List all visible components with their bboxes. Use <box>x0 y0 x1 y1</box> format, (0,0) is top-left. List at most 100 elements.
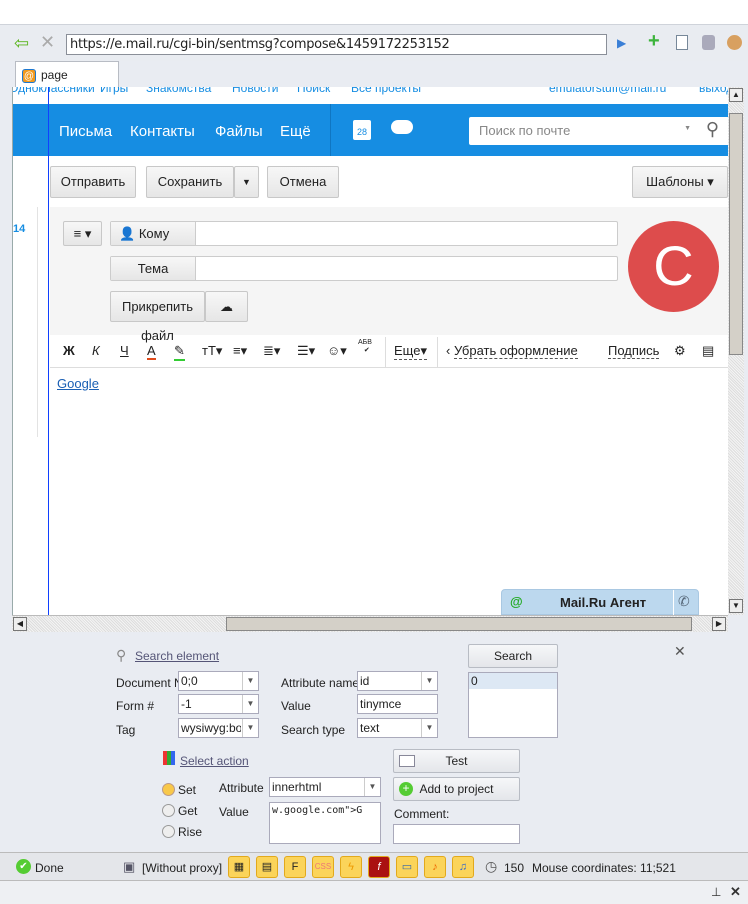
phone-icon[interactable]: ✆ <box>678 593 690 610</box>
format-menu-button[interactable]: ≡ ▾ <box>63 221 102 246</box>
select-action-link[interactable]: Select action <box>180 754 249 768</box>
go-icon[interactable]: ▶ <box>617 36 626 50</box>
link-search[interactable]: Поиск <box>297 87 330 95</box>
pin-icon[interactable]: ⊥ <box>711 885 721 899</box>
save-dropdown-button[interactable]: ▼ <box>234 166 259 198</box>
cloud-icon[interactable] <box>391 120 413 134</box>
link-news[interactable]: Новости <box>232 87 278 95</box>
scroll-thumb[interactable] <box>729 113 743 355</box>
document-select[interactable]: 0;0 ▼ <box>178 671 259 691</box>
chevron-down-icon[interactable]: ▼ <box>242 672 258 690</box>
font-size-button[interactable]: тТ▾ <box>202 343 222 359</box>
form-select[interactable]: -1 ▼ <box>178 694 259 714</box>
nav-files[interactable]: Файлы <box>215 123 263 140</box>
popup-icon[interactable]: ▭ <box>396 856 418 878</box>
frames-icon[interactable]: ▤ <box>256 856 278 878</box>
scroll-right-button[interactable]: ▶ <box>712 617 726 631</box>
search-icon[interactable]: ⚲ <box>706 119 719 140</box>
scroll-up-button[interactable]: ▲ <box>729 88 743 102</box>
horizontal-scrollbar[interactable]: ◀ ▶ <box>12 615 728 632</box>
flash-frame-icon[interactable]: F <box>284 856 306 878</box>
radio-set[interactable] <box>162 783 175 796</box>
tab-page[interactable]: @ page <box>15 61 119 88</box>
save-button[interactable]: Сохранить <box>146 166 234 198</box>
underline-button[interactable]: Ч <box>120 343 129 358</box>
calendar-icon[interactable]: 28 <box>353 120 371 140</box>
cloud-attach-button[interactable]: ☁ <box>205 291 248 322</box>
result-item[interactable]: 0 <box>469 673 557 689</box>
signature-button[interactable]: Подпись <box>608 343 660 359</box>
value-input[interactable]: tinymce <box>357 694 438 714</box>
search-type-select[interactable]: text ▼ <box>357 718 438 738</box>
css-icon[interactable]: CSS <box>312 856 334 878</box>
scroll-left-button[interactable]: ◀ <box>13 617 27 631</box>
proxy-text[interactable]: [Without proxy] <box>142 861 222 875</box>
highlight-icon[interactable]: ✎ <box>174 343 185 361</box>
page-source-icon[interactable] <box>676 35 688 50</box>
radio-get[interactable] <box>162 804 175 817</box>
results-list[interactable]: 0 <box>468 672 558 738</box>
chevron-down-icon[interactable]: ▼ <box>421 672 437 690</box>
music-icon[interactable]: ♫ <box>452 856 474 878</box>
nav-contacts[interactable]: Контакты <box>130 123 195 140</box>
link-dating[interactable]: Знакомства <box>146 87 211 95</box>
chevron-down-icon[interactable]: ▼ <box>364 778 380 796</box>
chevron-down-icon[interactable]: ▼ <box>242 719 258 737</box>
attribute-select[interactable]: innerhtml ▼ <box>269 777 381 797</box>
search-button[interactable]: Search <box>468 644 558 668</box>
database-icon[interactable] <box>702 35 715 50</box>
italic-button[interactable]: К <box>92 343 100 358</box>
close-icon[interactable]: ✕ <box>730 884 741 900</box>
align-icon[interactable]: ≡▾ <box>233 343 247 359</box>
flash-icon[interactable]: f <box>368 856 390 878</box>
link-ok[interactable]: Одноклассники <box>13 87 95 95</box>
body-google-link[interactable]: Google <box>57 376 99 391</box>
tag-select[interactable]: wysiwyg:body▼ <box>178 718 259 738</box>
sound-alert-icon[interactable]: ♪ <box>424 856 446 878</box>
spellcheck-icon[interactable]: АБВ ✔ <box>358 339 372 354</box>
send-button[interactable]: Отправить <box>50 166 136 198</box>
radio-rise[interactable] <box>162 825 175 838</box>
user-email[interactable]: emulatorstuff@mail.ru <box>549 87 666 95</box>
remove-format-button[interactable]: ‹ Убрать оформление <box>446 343 578 359</box>
emoji-icon[interactable]: ☺▾ <box>327 343 347 359</box>
action-value-textarea[interactable]: w.google.com">G <box>269 802 381 844</box>
attribute-name-select[interactable]: id ▼ <box>357 671 438 691</box>
scroll-down-button[interactable]: ▼ <box>729 599 743 613</box>
close-icon[interactable]: ✕ <box>674 643 686 660</box>
back-icon[interactable]: ⇦ <box>14 33 29 54</box>
add-icon[interactable]: + <box>648 30 660 53</box>
indent-icon[interactable]: ≣▾ <box>263 343 280 359</box>
bold-button[interactable]: Ж <box>63 343 75 358</box>
link-all-projects[interactable]: Все проекты <box>351 87 421 95</box>
hscroll-thumb[interactable] <box>226 617 692 631</box>
mail-agent-bar[interactable]: @ Mail.Ru Агент ✆ <box>501 589 699 615</box>
address-bar[interactable]: https://e.mail.ru/cgi-bin/sentmsg?compos… <box>66 34 607 55</box>
link-games[interactable]: Игры <box>100 87 128 95</box>
logout-link[interactable]: выход <box>699 87 728 95</box>
javascript-icon[interactable]: ϟ <box>340 856 362 878</box>
cookies-icon[interactable] <box>727 35 742 50</box>
search-element-link[interactable]: Search element <box>135 649 219 663</box>
stop-icon[interactable]: ✕ <box>40 32 55 53</box>
attach-file-button[interactable]: Прикрепить файл <box>110 291 205 343</box>
chevron-down-icon[interactable]: ▼ <box>242 695 258 713</box>
templates-button[interactable]: Шаблоны ▾ <box>632 166 728 198</box>
chevron-down-icon[interactable]: ▼ <box>421 719 437 737</box>
more-button[interactable]: Еще▾ <box>394 343 427 360</box>
subject-field[interactable]: Тема <box>110 256 618 281</box>
list-icon[interactable]: ☰▾ <box>297 343 315 359</box>
nav-letters[interactable]: Письма <box>59 123 112 140</box>
chevron-down-icon[interactable]: ▼ <box>684 125 691 132</box>
images-icon[interactable]: ▦ <box>228 856 250 878</box>
text-color-button[interactable]: А <box>147 343 156 360</box>
nav-more[interactable]: Ещё <box>280 123 311 140</box>
settings-gear-icon[interactable]: ⚙ <box>674 343 686 359</box>
mail-search-input[interactable]: Поиск по почте ▼ ⚲ <box>469 117 728 145</box>
add-to-project-button[interactable]: + Add to project <box>393 777 520 801</box>
cancel-button[interactable]: Отмена <box>267 166 339 198</box>
vertical-scrollbar[interactable]: ▲ ▼ <box>728 87 744 615</box>
comment-input[interactable] <box>393 824 520 844</box>
to-field[interactable]: 👤 Кому <box>110 221 618 246</box>
template-icon[interactable]: ▤ <box>702 343 714 359</box>
